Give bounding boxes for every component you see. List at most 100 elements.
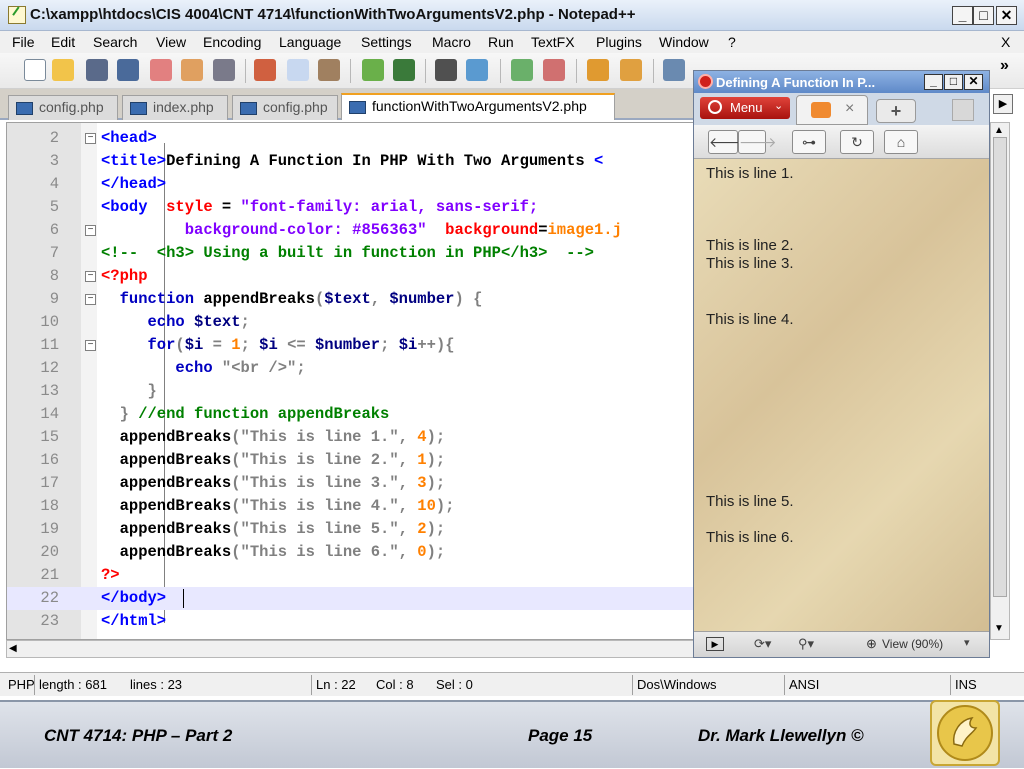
sync-v-icon[interactable]: [587, 59, 609, 81]
turbo-icon[interactable]: ⟳▾: [754, 636, 771, 652]
code-line[interactable]: 17 appendBreaks("This is line 3.", 3);: [7, 472, 695, 495]
key-icon[interactable]: ⊶: [792, 130, 826, 154]
scroll-left-icon[interactable]: ◀: [9, 643, 21, 655]
paste-icon[interactable]: [318, 59, 340, 81]
tab-scroll-right-icon[interactable]: ▶: [993, 94, 1013, 114]
code-line[interactable]: 12 echo "<br />";: [7, 357, 695, 380]
code-line[interactable]: 19 appendBreaks("This is line 5.", 2);: [7, 518, 695, 541]
code-line[interactable]: 18 appendBreaks("This is line 4.", 10);: [7, 495, 695, 518]
code-token: 4: [417, 428, 427, 446]
print-icon[interactable]: [213, 59, 235, 81]
code-line[interactable]: 21 ?>: [7, 564, 695, 587]
fold-toggle-icon[interactable]: −: [85, 133, 96, 144]
code-line[interactable]: 9 − function appendBreaks($text, $number)…: [7, 288, 695, 311]
new-tab-icon[interactable]: +: [876, 99, 916, 123]
code-line[interactable]: 11− for($i = 1; $i <= $number; $i++){: [7, 334, 695, 357]
code-line[interactable]: 5 <body style = "font-family: arial, sans…: [7, 196, 695, 219]
reload-icon[interactable]: ↻: [840, 130, 874, 154]
tab-panel-icon[interactable]: [952, 99, 974, 121]
menu-plugins[interactable]: Plugins: [596, 34, 642, 50]
zoom-out-icon[interactable]: [543, 59, 565, 81]
toolbar-overflow-icon[interactable]: »: [1000, 57, 1009, 75]
tab-close-icon[interactable]: ×: [845, 100, 854, 118]
menu-encoding[interactable]: Encoding: [203, 34, 261, 50]
menu-search[interactable]: Search: [93, 34, 137, 50]
menu-file[interactable]: File: [12, 34, 35, 50]
fold-toggle-icon[interactable]: −: [85, 225, 96, 236]
copy-icon[interactable]: [287, 59, 309, 81]
menu-settings[interactable]: Settings: [361, 34, 412, 50]
code-line[interactable]: 2 − <head>: [7, 127, 695, 150]
menu-language[interactable]: Language: [279, 34, 341, 50]
code-line[interactable]: 14 } //end function appendBreaks: [7, 403, 695, 426]
close-all-icon[interactable]: [181, 59, 203, 81]
browser-minimize-button[interactable]: _: [924, 74, 943, 90]
fold-toggle-icon[interactable]: −: [85, 294, 96, 305]
scroll-down-icon[interactable]: ▼: [994, 623, 1004, 634]
fold-toggle-icon[interactable]: −: [85, 271, 96, 282]
scrollbar-thumb[interactable]: [993, 137, 1007, 597]
replace-icon[interactable]: [466, 59, 488, 81]
tab-config-php-2[interactable]: config.php: [232, 95, 338, 120]
code-line[interactable]: 15 appendBreaks("This is line 1.", 4);: [7, 426, 695, 449]
code-line[interactable]: 7 <!-- <h3> Using a built in function in …: [7, 242, 695, 265]
opera-menu-button[interactable]: Menu ⌄: [700, 97, 790, 119]
code-line[interactable]: 8 − <?php: [7, 265, 695, 288]
browser-tab[interactable]: ×: [796, 95, 868, 125]
home-icon[interactable]: ⌂: [884, 130, 918, 154]
menu-textfx[interactable]: TextFX: [531, 34, 575, 50]
tab-label: config.php: [263, 99, 328, 115]
back-icon[interactable]: 🡐: [708, 130, 747, 154]
zoom-in-icon[interactable]: [511, 59, 533, 81]
new-file-icon[interactable]: [24, 59, 46, 81]
tab-index-php[interactable]: index.php: [122, 95, 228, 120]
code-line[interactable]: 6 − background-color: #856363" background…: [7, 219, 695, 242]
minimize-button[interactable]: _: [952, 6, 973, 25]
open-file-icon[interactable]: [52, 59, 74, 81]
tab-config-php[interactable]: config.php: [8, 95, 118, 120]
cut-icon[interactable]: [254, 59, 276, 81]
zoom-level[interactable]: View (90%): [882, 637, 943, 651]
scroll-up-icon[interactable]: ▲: [994, 125, 1004, 136]
menu-edit[interactable]: Edit: [51, 34, 75, 50]
code-line[interactable]: 4 </head>: [7, 173, 695, 196]
menu-view[interactable]: View: [156, 34, 186, 50]
forward-icon[interactable]: 🡒: [738, 130, 777, 154]
maximize-button[interactable]: □: [973, 6, 994, 25]
code-line[interactable]: 22 </body>: [7, 587, 695, 610]
menu-run[interactable]: Run: [488, 34, 514, 50]
menu-macro[interactable]: Macro: [432, 34, 471, 50]
menu-window[interactable]: Window: [659, 34, 709, 50]
browser-close-button[interactable]: ✕: [964, 74, 983, 90]
vertical-scrollbar[interactable]: ▲ ▼: [990, 122, 1010, 640]
code-token: ?>: [101, 566, 120, 584]
find-icon[interactable]: [435, 59, 457, 81]
sync-h-icon[interactable]: [620, 59, 642, 81]
menu-close-doc[interactable]: X: [1001, 34, 1010, 50]
close-button[interactable]: ✕: [996, 6, 1017, 25]
save-icon[interactable]: [86, 59, 108, 81]
code-line[interactable]: 20 appendBreaks("This is line 6.", 0);: [7, 541, 695, 564]
undo-icon[interactable]: [362, 59, 384, 81]
sync-icon[interactable]: ⚲▾: [798, 636, 814, 652]
menu-help[interactable]: ?: [728, 34, 736, 50]
tab-function-with-two-arguments[interactable]: functionWithTwoArgumentsV2.php: [341, 93, 615, 120]
code-line[interactable]: 16 appendBreaks("This is line 2.", 1);: [7, 449, 695, 472]
redo-icon[interactable]: [393, 59, 415, 81]
code-line[interactable]: 3 <title>Defining A Function In PHP With …: [7, 150, 695, 173]
fold-toggle-icon[interactable]: −: [85, 340, 96, 351]
code-line[interactable]: 10 echo $text;: [7, 311, 695, 334]
status-ln: Ln : 22: [311, 675, 373, 695]
horizontal-scrollbar[interactable]: ◀: [6, 640, 696, 658]
panel-toggle-icon[interactable]: ▶: [706, 637, 724, 651]
close-file-icon[interactable]: [150, 59, 172, 81]
browser-maximize-button[interactable]: □: [944, 74, 963, 90]
code-line[interactable]: 13 }: [7, 380, 695, 403]
zoom-icon[interactable]: ⊕: [866, 636, 877, 652]
zoom-dropdown-icon[interactable]: ▾: [964, 636, 970, 649]
save-all-icon[interactable]: [117, 59, 139, 81]
output-line: This is line 3.: [706, 255, 794, 272]
code-editor[interactable]: 2− <head> 3 <title>Defining A Function In P…: [6, 122, 696, 640]
code-line[interactable]: 23 </html>: [7, 610, 695, 633]
word-wrap-icon[interactable]: [663, 59, 685, 81]
